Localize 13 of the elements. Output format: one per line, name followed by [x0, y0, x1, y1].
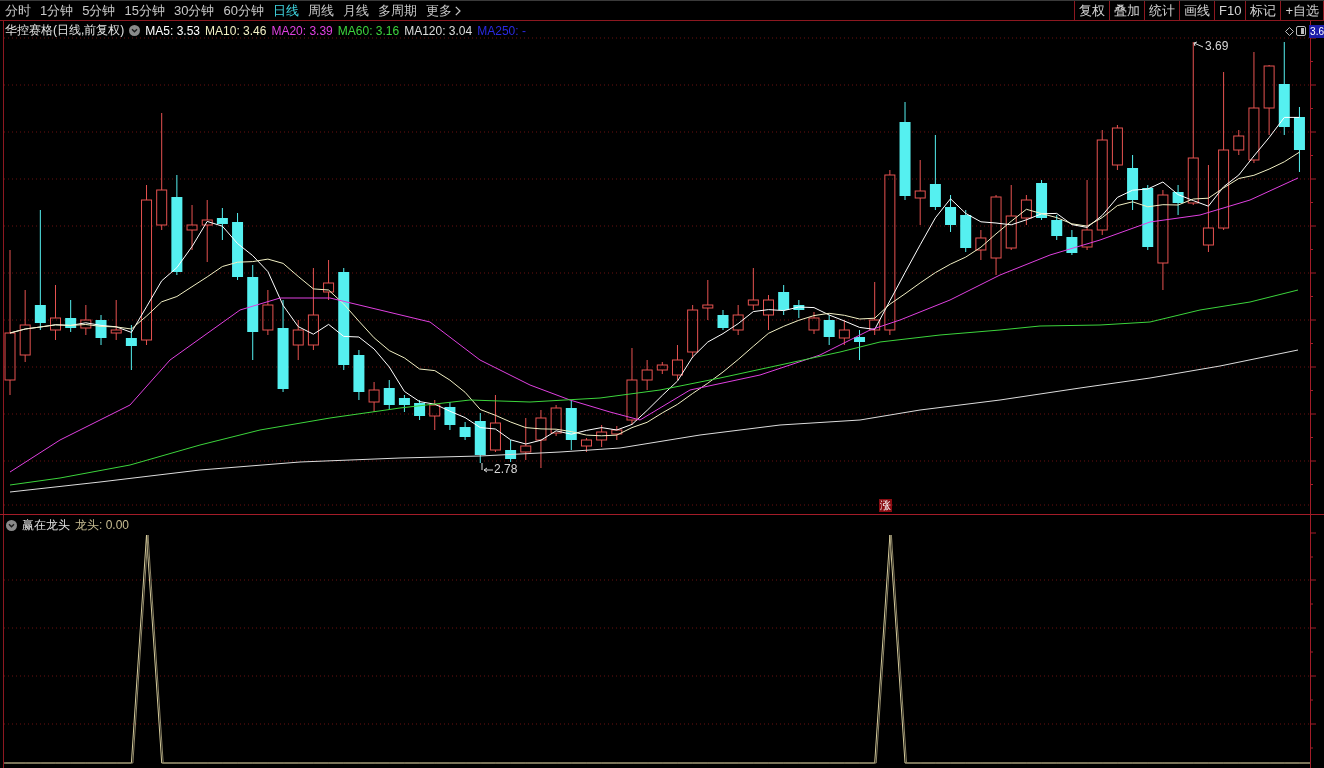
more-menu[interactable]: 更多	[421, 1, 465, 20]
period-tab[interactable]: 5分钟	[78, 1, 120, 20]
period-tab[interactable]: 日线	[268, 1, 303, 20]
period-tab[interactable]: 30分钟	[169, 1, 219, 20]
period-tab[interactable]: 1分钟	[36, 1, 78, 20]
price-tag: 3.6	[1309, 25, 1324, 38]
period-tab[interactable]: 多周期	[373, 1, 421, 20]
period-tab[interactable]: 分时	[1, 1, 35, 20]
period-tab[interactable]: 15分钟	[120, 1, 169, 20]
chevron-icon	[454, 5, 461, 16]
period-tab[interactable]: 周线	[303, 1, 338, 20]
period-tab[interactable]: 60分钟	[219, 1, 268, 20]
period-tab[interactable]: 月线	[338, 1, 373, 20]
